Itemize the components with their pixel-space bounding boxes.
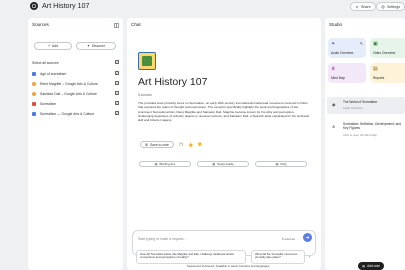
footer-note: Sequences shortened. Available in select… [187, 264, 270, 268]
source-label: Surrealism — Google Arts & Culture [40, 111, 95, 116]
add-source-button[interactable]: + Add [34, 42, 72, 50]
note-title: The World of Surrealism [343, 100, 378, 104]
source-count: 5 sources [138, 93, 152, 97]
chat-input[interactable]: Start typing or make a request... [138, 237, 186, 241]
note-sub: Audio Overview [343, 106, 363, 110]
discover-label: Discover [91, 44, 106, 48]
suggestion-chip[interactable]: How did Surrealist artists, like Magritt… [136, 250, 246, 264]
chip-label: FAQ [280, 162, 287, 166]
suggestion-chip[interactable]: What did the Surrealist movement primari… [251, 250, 305, 264]
source-item[interactable]: René Magritte – Google Arts & Culture ✓ [32, 80, 119, 87]
mindmap-icon: ⋔ [331, 66, 336, 72]
document-icon [32, 71, 36, 76]
chat-panel: Chat Art History 107 5 sources The provi… [127, 18, 321, 270]
mind-map-card[interactable]: ⋔ Mind Map [328, 63, 366, 83]
reports-card[interactable]: ▤ Reports [370, 63, 405, 83]
source-label: Age of surrealism [40, 71, 67, 76]
settings-label: Settings [387, 4, 400, 9]
faq-chip[interactable]: ▤ FAQ [255, 161, 307, 167]
note-title: Surrealism: Definition, Development, and… [343, 122, 401, 130]
pdf-icon [32, 101, 36, 106]
thumbs-down-icon[interactable]: 👎 [197, 142, 202, 147]
card-label: Audio Overview [331, 51, 354, 55]
reports-icon: ▤ [373, 66, 378, 72]
document-icon [32, 111, 36, 116]
sources-heading: Sources [32, 22, 49, 27]
discover-icon: ✦ [86, 44, 90, 48]
source-checkbox[interactable]: ✓ [115, 71, 119, 75]
save-note-label: Save to note [149, 142, 169, 147]
thumbs-up-icon[interactable]: 👍 [188, 142, 193, 147]
studio-note-item[interactable]: ◉ The World of Surrealism Audio Overview [327, 97, 405, 114]
doc-icon: ▤ [154, 162, 158, 166]
briefing-doc-chip[interactable]: ▤ Briefing doc [139, 161, 191, 167]
studio-panel: Studio ✦ ✎ Audio Overview ▣ Video Overvi… [325, 18, 405, 270]
chip-label: Study Guide [217, 162, 234, 166]
card-label: Reports [373, 76, 385, 80]
add-label: Add [51, 44, 59, 48]
note-icon: ▤ [362, 264, 366, 268]
notebook-cover-icon [138, 52, 156, 70]
card-label: Video Overview [373, 51, 396, 55]
note-sub: Click to open the Mind Map [343, 133, 377, 137]
select-all-row[interactable]: Select all sources ✓ [32, 59, 119, 66]
audio-note-icon: ◉ [332, 102, 336, 107]
source-checkbox[interactable]: ✓ [115, 91, 119, 95]
select-all-checkbox[interactable]: ✓ [115, 60, 119, 64]
send-arrow-icon: ➜ [305, 234, 310, 241]
web-icon [32, 81, 36, 86]
sources-panel: Sources + Add ✦ Discover Select all sour… [28, 18, 123, 270]
select-all-label: Select all sources [32, 60, 59, 65]
pin-icon: ⊞ [145, 142, 148, 147]
settings-button[interactable]: Settings [376, 2, 405, 11]
add-note-button[interactable]: ▤ Add note [358, 262, 384, 270]
chip-label: Briefing doc [159, 162, 176, 166]
studio-note-item[interactable]: ⋔ Surrealism: Definition, Development, a… [327, 119, 405, 141]
copy-icon[interactable]: ❐ [179, 142, 183, 147]
doc-icon: ▤ [212, 162, 216, 166]
doc-icon: ▤ [275, 162, 279, 166]
source-checkbox[interactable]: ✓ [115, 101, 119, 105]
source-checkbox[interactable]: ✓ [115, 81, 119, 85]
notebook-summary: The provided texts primarily focus on Su… [138, 101, 309, 123]
source-label: René Magritte – Google Arts & Culture [40, 81, 98, 86]
audio-icon: ✦ [331, 41, 336, 47]
source-item[interactable]: Surrealism ✓ [32, 100, 119, 107]
share-label: Share [361, 4, 371, 9]
gear-icon [381, 5, 385, 8]
send-button[interactable]: ➜ [303, 233, 312, 242]
source-item[interactable]: Surrealism — Google Arts & Culture ✓ [32, 110, 119, 117]
share-icon [355, 5, 359, 8]
edit-icon[interactable]: ✎ [360, 41, 363, 46]
study-guide-chip[interactable]: ▤ Study Guide [197, 161, 249, 167]
source-checkbox[interactable]: ✓ [115, 111, 119, 115]
source-item[interactable]: Age of surrealism ✓ [32, 70, 119, 77]
add-note-label: Add note [367, 264, 380, 268]
chevron-right-icon[interactable]: › [309, 254, 310, 259]
studio-heading: Studio [329, 22, 343, 27]
input-source-count: 5 sources [281, 237, 295, 241]
plus-icon: + [47, 44, 50, 48]
save-to-note-button[interactable]: ⊞ Save to note [140, 141, 174, 148]
top-bar: Art History 107 Share Settings [0, 0, 405, 14]
video-icon: ▣ [373, 41, 378, 47]
web-icon [32, 91, 36, 96]
chat-heading: Chat [131, 22, 141, 27]
discover-button[interactable]: ✦ Discover [76, 42, 116, 50]
notebook-title[interactable]: Art History 107 [42, 1, 90, 10]
source-item[interactable]: Salvador Dalí – Google Arts & Culture ✓ [32, 90, 119, 97]
source-label: Salvador Dalí – Google Arts & Culture [40, 91, 97, 96]
share-button[interactable]: Share [350, 2, 376, 11]
card-label: Mind Map [331, 76, 345, 80]
chat-notebook-title: Art History 107 [138, 76, 208, 88]
collapse-panel-icon[interactable] [114, 23, 119, 28]
video-overview-card[interactable]: ▣ Video Overview [370, 38, 405, 58]
source-label: Surrealism [40, 101, 57, 106]
app-logo-icon[interactable] [30, 2, 38, 10]
audio-overview-card[interactable]: ✦ ✎ Audio Overview [328, 38, 366, 58]
mindmap-note-icon: ⋔ [332, 124, 336, 129]
